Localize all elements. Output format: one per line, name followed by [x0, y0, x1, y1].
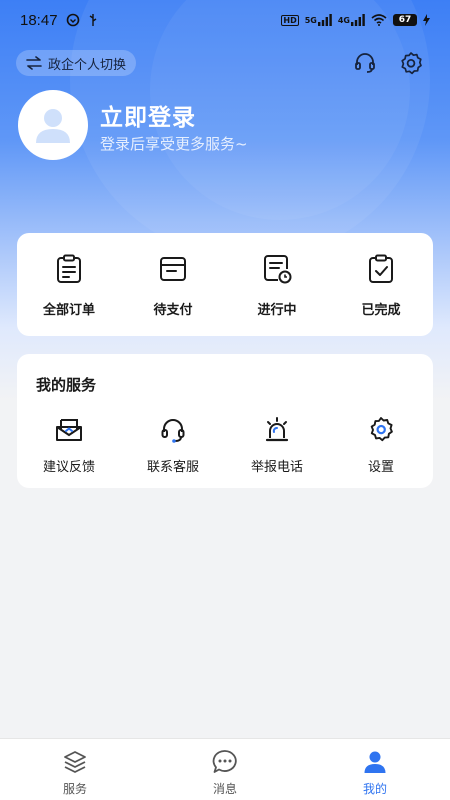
document-clock-icon: [261, 253, 293, 285]
login-subtitle: 登录后享受更多服务~: [100, 135, 248, 153]
nav-label-messages: 消息: [212, 782, 237, 796]
signal-icon: 4G: [338, 14, 365, 26]
in-progress-label: 进行中: [257, 303, 297, 318]
nav-item-services[interactable]: 服务: [0, 739, 150, 800]
gear-icon: [365, 414, 397, 446]
bottom-nav: 服务 消息 我的: [0, 738, 450, 800]
charging-icon: [423, 14, 430, 26]
report-hotline-label: 举报电话: [250, 460, 303, 475]
gear-icon[interactable]: [398, 50, 424, 76]
account-switch-button[interactable]: 政企个人切换: [16, 50, 137, 76]
status-time: 18:47: [20, 11, 58, 29]
person-icon: [362, 749, 388, 775]
layers-icon: [62, 749, 88, 775]
login-title[interactable]: 立即登录: [100, 98, 196, 132]
all-orders-button[interactable]: 全部订单: [17, 253, 121, 318]
nav-label-me: 我的: [362, 782, 387, 796]
wifi-icon: [371, 14, 387, 26]
pending-payment-label: 待支付: [153, 303, 193, 318]
orders-card: 全部订单 待支付 进行中 已完成: [17, 233, 433, 336]
report-hotline-button[interactable]: 举报电话: [225, 414, 329, 475]
mailbox-icon: [53, 414, 85, 446]
feedback-label: 建议反馈: [42, 460, 95, 475]
contact-support-button[interactable]: 联系客服: [121, 414, 225, 475]
completed-button[interactable]: 已完成: [329, 253, 433, 318]
signal-icon: 5G: [305, 14, 332, 26]
account-switch-label: 政企个人切换: [48, 57, 127, 73]
notification-icon: [66, 13, 80, 27]
chat-bubble-icon: [212, 749, 238, 775]
in-progress-button[interactable]: 进行中: [225, 253, 329, 318]
settings-label: 设置: [367, 460, 394, 475]
usb-icon: [88, 13, 98, 27]
feedback-button[interactable]: 建议反馈: [17, 414, 121, 475]
status-bar: 18:47 HD 5G 4G 67: [0, 0, 450, 40]
headset-icon: [157, 414, 189, 446]
services-title: 我的服务: [36, 376, 97, 394]
nav-item-me[interactable]: 我的: [300, 739, 450, 800]
swap-icon: [26, 56, 42, 70]
avatar[interactable]: [18, 90, 88, 160]
hd-indicator: HD: [281, 14, 299, 26]
headset-icon[interactable]: [352, 50, 378, 76]
nav-item-messages[interactable]: 消息: [150, 739, 300, 800]
pending-payment-button[interactable]: 待支付: [121, 253, 225, 318]
alarm-light-icon: [261, 414, 293, 446]
clipboard-check-icon: [365, 253, 397, 285]
contact-support-label: 联系客服: [146, 460, 199, 475]
services-card: 我的服务 建议反馈 联系客服 举报电话 设置: [17, 354, 433, 488]
settings-button[interactable]: 设置: [329, 414, 433, 475]
completed-label: 已完成: [361, 303, 401, 318]
wallet-icon: [157, 253, 189, 285]
nav-label-services: 服务: [62, 782, 87, 796]
all-orders-label: 全部订单: [42, 303, 95, 318]
clipboard-list-icon: [53, 253, 85, 285]
battery-indicator: 67: [393, 14, 417, 26]
